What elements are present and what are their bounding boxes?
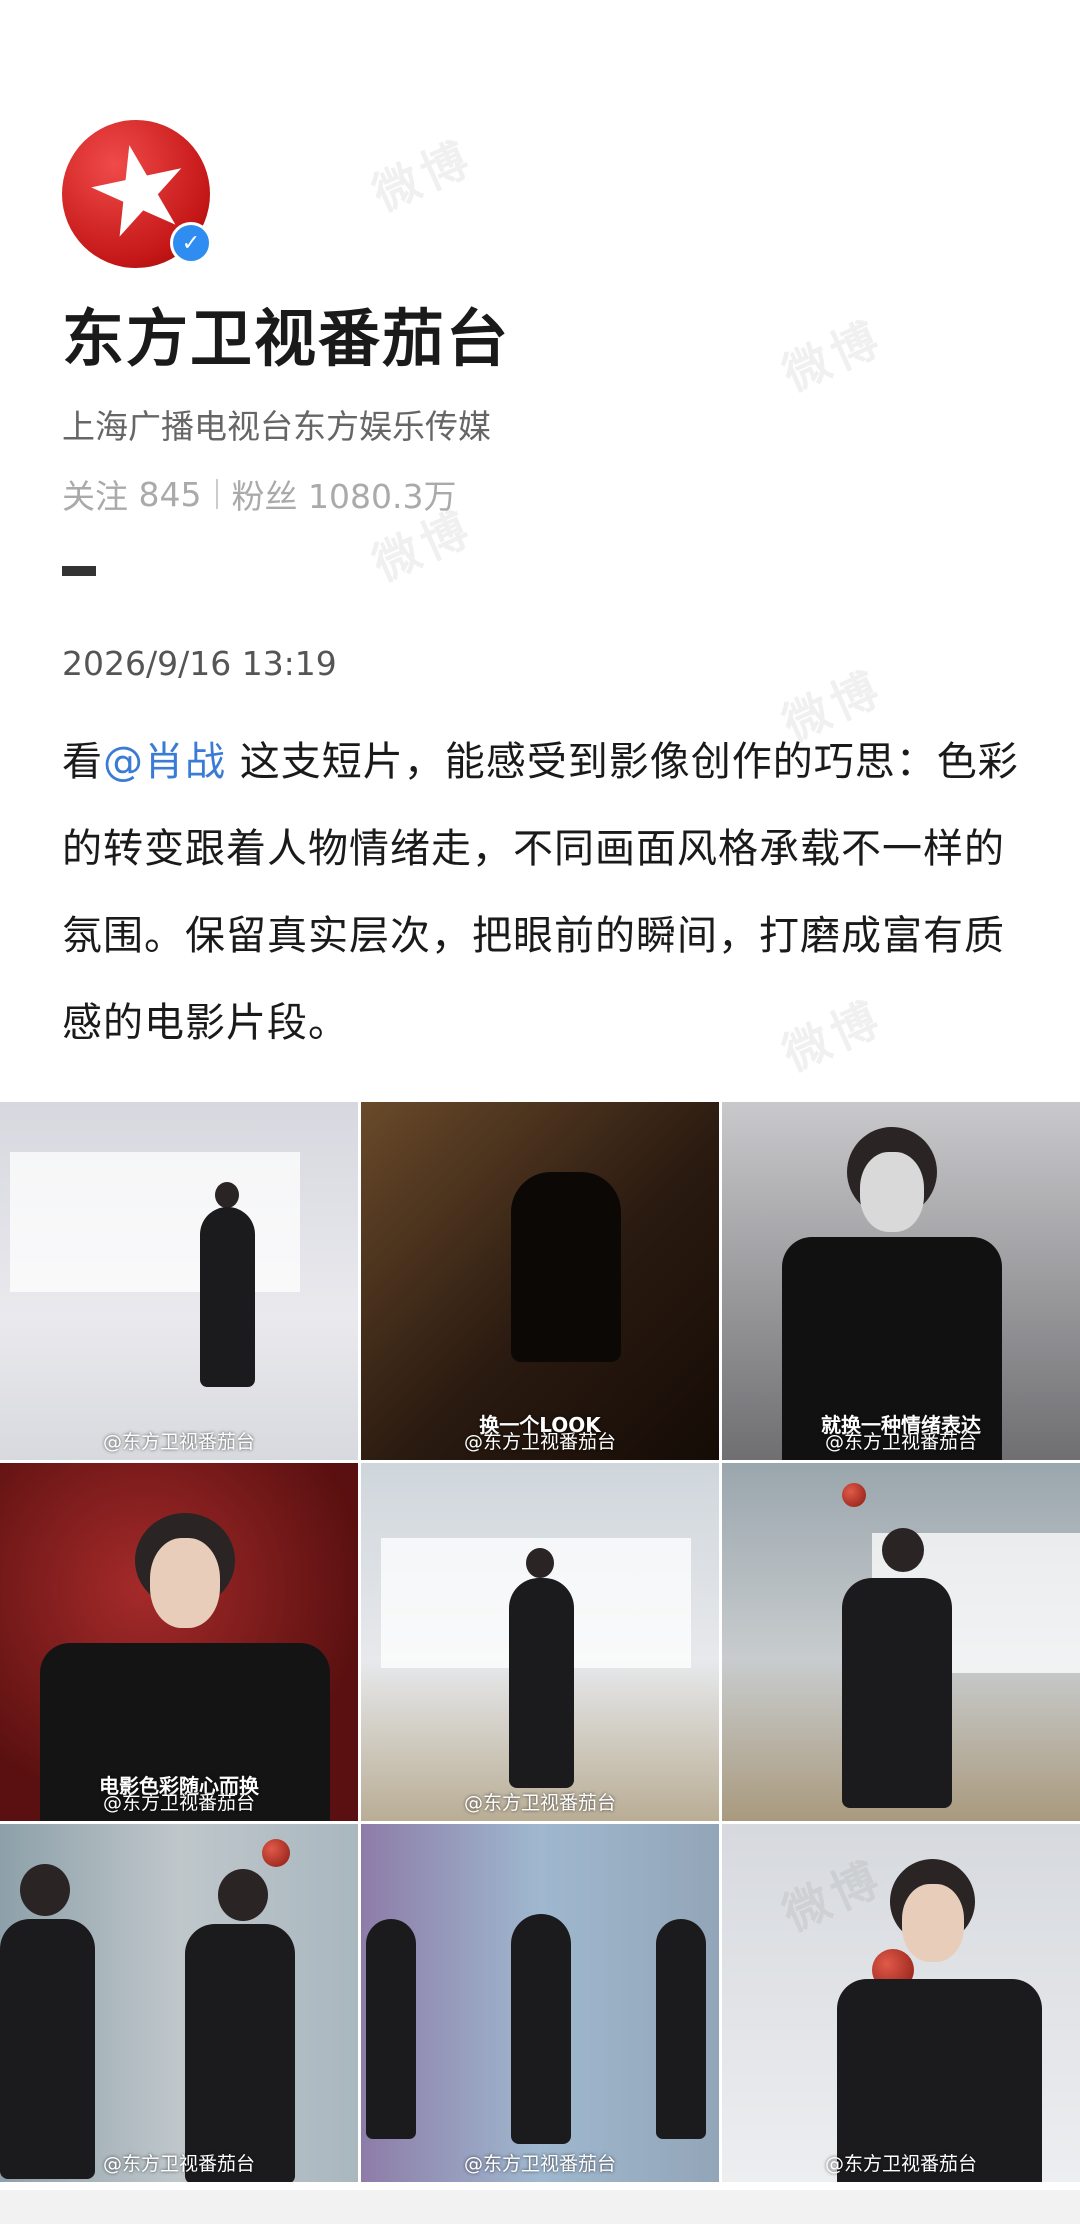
post-image-2[interactable]: 换一个LOOK @东方卫视番茄台	[361, 1102, 719, 1460]
post-image-1[interactable]: @东方卫视番茄台	[0, 1102, 358, 1460]
image-watermark: @东方卫视番茄台	[102, 1431, 255, 1453]
figure	[185, 1924, 295, 2182]
stats-divider	[215, 479, 218, 509]
section-divider	[62, 566, 96, 576]
image-watermark: @东方卫视番茄台	[824, 1431, 977, 1453]
avatar[interactable]: ★ ✓	[62, 120, 212, 268]
post-image-5[interactable]: @东方卫视番茄台	[361, 1463, 719, 1821]
post-image-8[interactable]: @东方卫视番茄台	[361, 1824, 719, 2182]
image-watermark: @东方卫视番茄台	[463, 2153, 616, 2175]
figure	[511, 1172, 621, 1362]
image-watermark: @东方卫视番茄台	[463, 1792, 616, 1814]
image-watermark: @东方卫视番茄台	[102, 1792, 255, 1814]
red-ball	[842, 1483, 866, 1507]
account-stats: 关注 845 粉丝 1080.3万	[62, 470, 1022, 518]
image-grid: @东方卫视番茄台 换一个LOOK @东方卫视番茄台 就换一种情绪表达 @东方卫视…	[0, 1102, 1080, 2182]
figure	[509, 1578, 574, 1788]
figure-head	[215, 1182, 239, 1208]
account-description: 上海广播电视台东方娱乐传媒	[62, 407, 491, 446]
post-timestamp: 2026/9/16 13:19	[62, 644, 337, 683]
image-watermark: @东方卫视番茄台	[824, 2153, 977, 2175]
post-text: 看@肖战 这支短片，能感受到影像创作的巧思：色彩的转变跟着人物情绪走，不同画面风…	[62, 719, 1022, 1067]
post-image-9[interactable]: @东方卫视番茄台	[722, 1824, 1080, 2182]
figure-head	[218, 1869, 268, 1921]
following-count[interactable]: 845	[139, 475, 202, 514]
image-watermark: @东方卫视番茄台	[463, 1431, 616, 1453]
account-name[interactable]: 东方卫视番茄台	[62, 288, 1022, 378]
figure-head	[882, 1528, 924, 1572]
figure	[0, 1919, 95, 2179]
image-watermark: @东方卫视番茄台	[102, 2153, 255, 2175]
following-label[interactable]: 关注	[62, 470, 128, 518]
verified-badge-icon: ✓	[170, 222, 212, 264]
figure	[656, 1919, 706, 2139]
followers-count[interactable]: 1080.3万	[308, 470, 456, 518]
figure	[842, 1578, 952, 1808]
post-text-body: 这支短片，能感受到影像创作的巧思：色彩的转变跟着人物情绪走，不同画面风格承载不一…	[62, 739, 1019, 1046]
backdrop-window	[10, 1152, 300, 1292]
figure-head	[20, 1864, 70, 1916]
figure-face	[860, 1152, 924, 1232]
mention-link[interactable]: @肖战	[103, 739, 226, 785]
post-image-7[interactable]: @东方卫视番茄台	[0, 1824, 358, 2182]
post-text-prefix: 看	[62, 739, 103, 785]
figure	[200, 1207, 255, 1387]
figure-face	[150, 1538, 220, 1628]
figure	[511, 1914, 571, 2144]
bottom-bar	[0, 2190, 1080, 2224]
followers-label[interactable]: 粉丝	[232, 470, 298, 518]
post-image-6[interactable]	[722, 1463, 1080, 1821]
figure-face	[902, 1884, 964, 1962]
figure	[366, 1919, 416, 2139]
post-image-4[interactable]: 电影色彩随心而换 @东方卫视番茄台	[0, 1463, 358, 1821]
red-ball	[262, 1839, 290, 1867]
post-image-3[interactable]: 就换一种情绪表达 @东方卫视番茄台	[722, 1102, 1080, 1460]
figure-head	[526, 1548, 554, 1578]
profile-header: ★ ✓ 东方卫视番茄台 上海广播电视台东方娱乐传媒 关注 845 粉丝 1080…	[62, 120, 1022, 1067]
